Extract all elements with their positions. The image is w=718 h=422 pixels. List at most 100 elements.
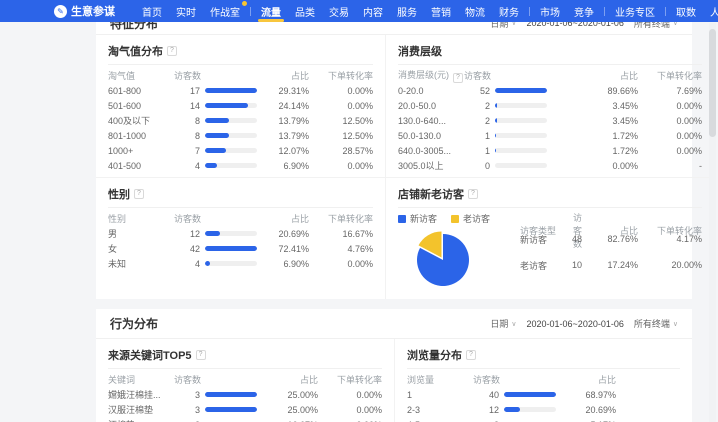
consume-table: 消费层级(元)?访客数占比下单转化率0-20.05289.66%7.69% 20.…: [398, 68, 702, 173]
column-header: 占比: [564, 373, 616, 386]
terminal-select[interactable]: 所有终端 ∨: [634, 22, 678, 30]
panel-title: 淘气值分布: [108, 43, 163, 59]
nav-item-实时[interactable]: 实时: [169, 0, 203, 22]
table-cell-visitors: 10: [572, 260, 582, 270]
table-row: 汪棉垫216.67%0.00%: [108, 417, 382, 422]
nav-item-流量[interactable]: 流量: [254, 0, 288, 22]
panel-consume-level: 消费层级 消费层级(元)?访客数占比下单转化率0-20.05289.66%7.6…: [385, 35, 714, 177]
table-row: 老访客1017.24%20.00%: [520, 252, 702, 278]
table-cell-conv: 4.76%: [309, 244, 373, 254]
nav-item-营销[interactable]: 营销: [424, 0, 458, 22]
panel-title: 消费层级: [398, 43, 442, 59]
chevron-down-icon: ∨: [511, 320, 516, 328]
taoqi-table: 淘气值访客数占比下单转化率601-8001729.31%0.00%501-600…: [108, 68, 373, 173]
table-header-row: 淘气值访客数占比下单转化率: [108, 68, 373, 83]
section-gap: [0, 299, 718, 309]
visitor-pie-chart[interactable]: [410, 228, 474, 290]
column-header: 占比: [586, 69, 638, 82]
nav-item-交易[interactable]: 交易: [322, 0, 356, 22]
table-cell-ratio: 29.31%: [257, 86, 309, 96]
panel-taoqi-distribution: 淘气值分布 ? 淘气值访客数占比下单转化率601-8001729.31%0.00…: [96, 35, 385, 177]
table-cell-ratio: 6.90%: [257, 259, 309, 269]
panel-title-row: 消费层级: [398, 43, 702, 65]
table-row: 4-535.17%: [407, 417, 680, 422]
panel-title-row: 来源关键词TOP5 ?: [108, 347, 382, 369]
table-cell-conv: 0.00%: [638, 116, 702, 126]
help-icon[interactable]: ?: [196, 350, 206, 360]
date-range-picker[interactable]: 2020-01-06~2020-01-06: [527, 319, 624, 329]
column-header: 访客数: [572, 211, 582, 250]
table-cell-ratio: 68.97%: [564, 390, 616, 400]
nav-item-业务专区[interactable]: 业务专区: [608, 0, 662, 22]
table-cell-ratio: 12.07%: [257, 146, 309, 156]
column-header: 性别: [108, 212, 174, 225]
table-row: 0-20.05289.66%7.69%: [398, 83, 702, 98]
scrollbar-thumb[interactable]: [709, 29, 716, 137]
table-cell-label: 20.0-50.0: [398, 101, 464, 111]
table-cell-visitors: 12: [473, 405, 564, 415]
table-cell-visitors: 4: [174, 161, 257, 171]
column-header: 下单转化率: [638, 69, 702, 82]
nav-item-竞争[interactable]: 竞争: [567, 0, 601, 22]
pie-chart-area: 新访客 老访客: [398, 211, 520, 295]
panel-title-row: 淘气值分布 ?: [108, 43, 373, 65]
legend-item-old-visitor[interactable]: 老访客: [451, 212, 490, 225]
table-cell-conv: 12.50%: [309, 131, 373, 141]
table-cell-conv: 20.00%: [638, 260, 702, 270]
brand-logo[interactable]: ✎ 生意参谋: [54, 3, 115, 19]
nav-item-内容[interactable]: 内容: [356, 0, 390, 22]
table-cell-visitors: 12: [174, 229, 257, 239]
feature-section: 淘气值分布 ? 淘气值访客数占比下单转化率601-8001729.31%0.00…: [96, 35, 692, 299]
help-icon[interactable]: ?: [167, 46, 177, 56]
table-cell-ratio: 89.66%: [586, 86, 638, 96]
behavior-section: 行为分布 日期 ∨ 2020-01-06~2020-01-06 所有终端 ∨ 来…: [96, 309, 692, 422]
terminal-select[interactable]: 所有终端 ∨: [634, 317, 678, 330]
table-cell-label: 50.0-130.0: [398, 131, 464, 141]
table-cell-visitors: 3: [174, 390, 266, 400]
column-header: 访客数: [464, 69, 586, 82]
table-cell-label: 501-600: [108, 101, 174, 111]
table-cell-ratio: 17.24%: [582, 260, 638, 270]
table-row: 501-6001424.14%0.00%: [108, 98, 373, 113]
nav-item-人群管理[interactable]: 人群管理: [703, 0, 718, 22]
date-range-picker[interactable]: 2020-01-06~2020-01-06: [527, 22, 624, 28]
date-type-select[interactable]: 日期 ∨: [490, 22, 516, 30]
date-type-select[interactable]: 日期 ∨: [490, 317, 516, 330]
table-cell-visitors: 1: [464, 131, 586, 141]
table-header-row: 消费层级(元)?访客数占比下单转化率: [398, 68, 702, 83]
column-header: 浏览量: [407, 373, 473, 386]
notification-dot: [242, 1, 247, 6]
table-cell-visitors: 3: [174, 405, 266, 415]
table-cell-label: 801-1000: [108, 131, 174, 141]
table-cell-ratio: 13.79%: [257, 131, 309, 141]
help-icon[interactable]: ?: [453, 73, 463, 83]
nav-item-财务[interactable]: 财务: [492, 0, 526, 22]
help-icon[interactable]: ?: [466, 350, 476, 360]
nav-item-物流[interactable]: 物流: [458, 0, 492, 22]
table-cell-conv: 7.69%: [638, 86, 702, 96]
help-icon[interactable]: ?: [134, 189, 144, 199]
table-cell-ratio: 13.79%: [257, 116, 309, 126]
help-icon[interactable]: ?: [468, 189, 478, 199]
panel-title: 浏览量分布: [407, 347, 462, 363]
nav-item-市场[interactable]: 市场: [533, 0, 567, 22]
nav-item-作战室[interactable]: 作战室: [203, 0, 247, 22]
table-row: 女4272.41%4.76%: [108, 241, 373, 256]
table-cell-ratio: 3.45%: [586, 101, 638, 111]
nav-item-服务[interactable]: 服务: [390, 0, 424, 22]
table-cell-label: 1000+: [108, 146, 174, 156]
nav-item-首页[interactable]: 首页: [135, 0, 169, 22]
nav-item-品类[interactable]: 品类: [288, 0, 322, 22]
table-cell-conv: 4.17%: [638, 234, 702, 244]
table-cell-label: 601-800: [108, 86, 174, 96]
table-cell-conv: 0.00%: [318, 405, 382, 415]
legend-item-new-visitor[interactable]: 新访客: [398, 212, 437, 225]
table-row: 601-8001729.31%0.00%: [108, 83, 373, 98]
nav-item-取数[interactable]: 取数: [669, 0, 703, 22]
table-cell-label: 400及以下: [108, 114, 174, 127]
table-row: 801-1000813.79%12.50%: [108, 128, 373, 143]
panel-title-row: 性别 ?: [108, 186, 373, 208]
column-header: 下单转化率: [309, 69, 373, 82]
table-cell-ratio: 82.76%: [582, 234, 638, 244]
table-row: 未知46.90%0.00%: [108, 256, 373, 271]
